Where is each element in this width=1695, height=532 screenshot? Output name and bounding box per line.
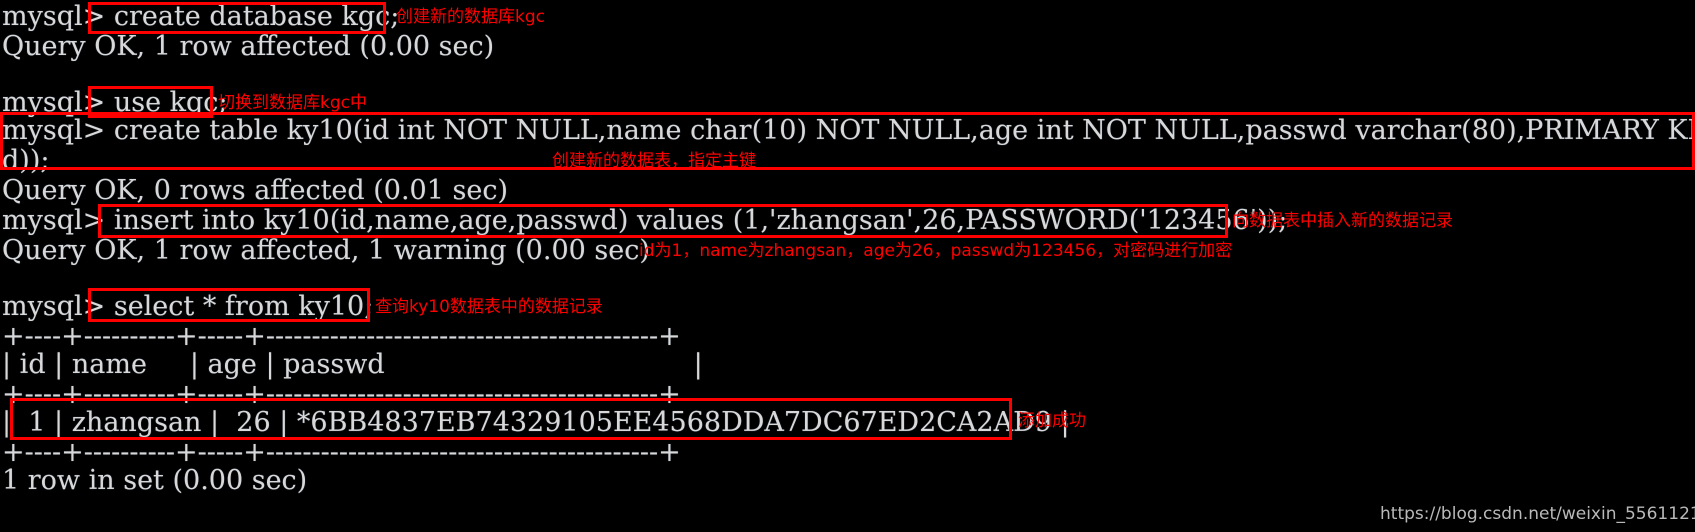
annotation-add-success: 添加成功 <box>1018 411 1086 431</box>
terminal-line: Query OK, 0 rows affected (0.01 sec) <box>2 175 508 206</box>
terminal-line: mysql> select * from ky10; <box>2 291 374 322</box>
terminal-line: +----+----------+-----+-----------------… <box>2 321 681 352</box>
annotation-insert-detail: id为1，name为zhangsan，age为26，passwd为123456，… <box>639 241 1233 261</box>
terminal-line: mysql> use kgc; <box>2 87 228 118</box>
watermark: https://blog.csdn.net/weixin_55611216 <box>1380 504 1695 524</box>
terminal-line: mysql> insert into ky10(id,name,age,pass… <box>2 205 1288 236</box>
terminal-line: d)); <box>2 145 50 176</box>
terminal-screen: mysql> create database kgc; Query OK, 1 r… <box>0 0 1695 532</box>
terminal-line: | id | name | age | passwd | <box>2 349 703 380</box>
terminal-line: mysql> create database kgc; <box>2 1 400 32</box>
terminal-line: | 1 | zhangsan | 26 | *6BB4837EB74329105… <box>2 407 1070 438</box>
terminal-line: 1 row in set (0.00 sec) <box>2 465 308 496</box>
annotation-create-database: 创建新的数据库kgc <box>396 7 545 27</box>
terminal-line: Query OK, 1 row affected (0.00 sec) <box>2 31 495 62</box>
terminal-line: Query OK, 1 row affected, 1 warning (0.0… <box>2 235 650 266</box>
terminal-line: +----+----------+-----+-----------------… <box>2 379 681 410</box>
annotation-select-query: 查询ky10数据表中的数据记录 <box>375 297 603 317</box>
terminal-line: +----+----------+-----+-----------------… <box>2 437 681 468</box>
annotation-create-table: 创建新的数据表，指定主键 <box>552 151 756 171</box>
terminal-line: mysql> create table ky10(id int NOT NULL… <box>2 115 1695 146</box>
annotation-insert-record: 向数据表中插入新的数据记录 <box>1232 211 1453 231</box>
annotation-use-database: 切换到数据库kgc中 <box>218 93 367 113</box>
